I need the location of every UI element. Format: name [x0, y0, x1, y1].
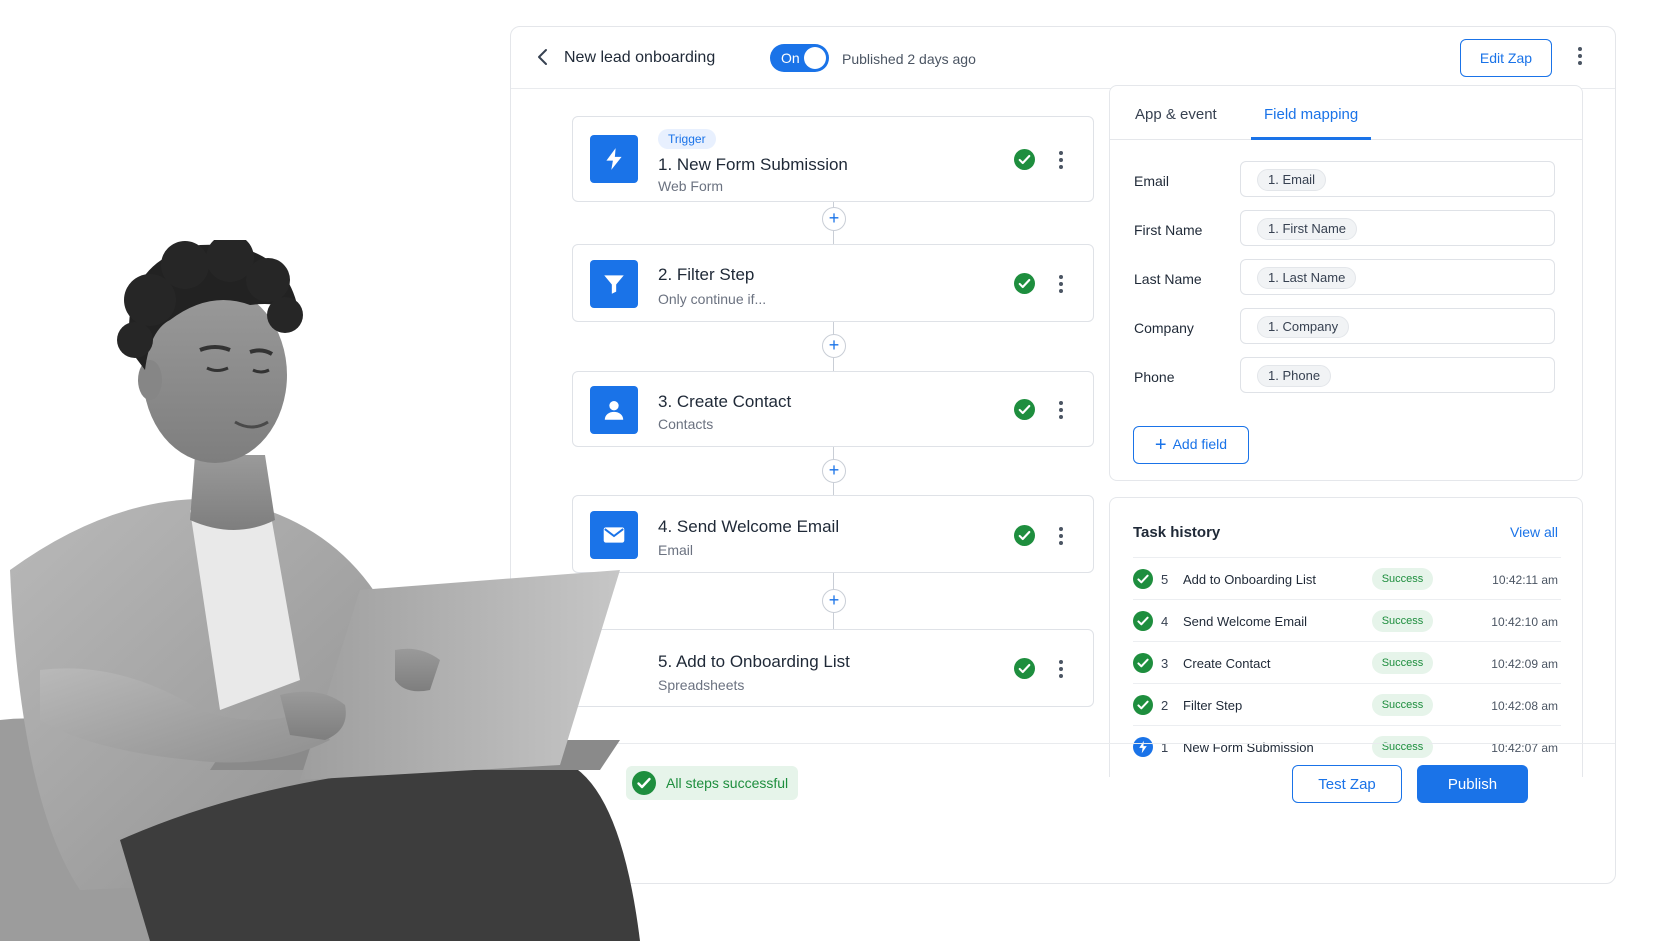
panel-tabs: App & event Field mapping [1110, 86, 1582, 140]
history-row[interactable]: 1 New Form Submission Success 10:42:07 a… [1133, 725, 1561, 767]
person-with-laptop-illustration [0, 240, 640, 941]
check-circle-icon [1014, 399, 1035, 420]
field-label-email: Email [1134, 173, 1170, 189]
task-history-panel: Task history View all 5 Add to Onboardin… [1109, 497, 1583, 777]
mapped-value-pill[interactable]: 1. First Name [1257, 218, 1358, 240]
history-step-name: Add to Onboarding List [1183, 572, 1316, 587]
company-field[interactable]: 1. Company [1240, 308, 1555, 344]
step-menu-icon[interactable] [1052, 657, 1070, 681]
history-step-name: Send Welcome Email [1183, 614, 1308, 629]
step-menu-icon[interactable] [1052, 398, 1070, 422]
history-row[interactable]: 4 Send Welcome Email Success 10:42:10 am [1133, 599, 1561, 641]
field-label-phone: Phone [1134, 369, 1175, 385]
status-badge: Success [1372, 568, 1433, 590]
active-tab-indicator [1251, 137, 1371, 140]
step-card-1[interactable]: Trigger 1. New Form Submission Web Form [572, 116, 1094, 202]
plus-icon: + [1154, 433, 1167, 456]
add-step-icon[interactable]: + [822, 459, 846, 483]
history-timestamp: 10:42:11 am [1492, 573, 1558, 587]
history-step-number: 3 [1161, 656, 1169, 671]
field-label-last-name: Last Name [1134, 271, 1202, 287]
status-badge: Success [1372, 736, 1433, 758]
history-timestamp: 10:42:10 am [1491, 615, 1558, 629]
check-circle-icon [1133, 611, 1153, 631]
check-circle-icon [1014, 273, 1035, 294]
add-step-icon[interactable]: + [822, 334, 846, 358]
add-field-label: Add field [1172, 435, 1228, 452]
top-bar: New lead onboarding On Published 2 days … [511, 27, 1615, 89]
history-row[interactable]: 3 Create Contact Success 10:42:09 am [1133, 641, 1561, 683]
last-name-field[interactable]: 1. Last Name [1240, 259, 1555, 295]
field-label-first-name: First Name [1134, 222, 1203, 238]
history-row[interactable]: 5 Add to Onboarding List Success 10:42:1… [1133, 557, 1561, 599]
publish-button[interactable]: Publish [1417, 765, 1528, 803]
history-step-number: 4 [1161, 614, 1169, 629]
status-badge: Success [1372, 610, 1433, 632]
step-subtitle: Web Form [658, 178, 724, 194]
history-step-number: 2 [1161, 698, 1169, 713]
more-options-icon[interactable] [1571, 44, 1589, 68]
step-title: 1. New Form Submission [658, 155, 848, 174]
status-badge: Success [1372, 694, 1433, 716]
toggle-label: On [781, 50, 800, 66]
bolt-circle-icon [1133, 737, 1153, 757]
toggle-knob [804, 47, 826, 69]
task-history-title: Task history [1133, 524, 1221, 541]
first-name-field[interactable]: 1. First Name [1240, 210, 1555, 246]
check-circle-icon [1014, 658, 1035, 679]
check-circle-icon [1133, 569, 1153, 589]
check-circle-icon [1133, 695, 1153, 715]
tab-app-event[interactable]: App & event [1135, 106, 1217, 123]
history-timestamp: 10:42:08 am [1491, 699, 1558, 713]
back-arrow-icon[interactable] [531, 45, 555, 69]
published-status: Published 2 days ago [842, 51, 976, 67]
step-menu-icon[interactable] [1052, 272, 1070, 296]
test-zap-button[interactable]: Test Zap [1292, 765, 1402, 803]
check-circle-icon [1133, 653, 1153, 673]
mapped-value-pill[interactable]: 1. Company [1257, 316, 1350, 338]
check-circle-icon [1014, 149, 1035, 170]
edit-zap-button[interactable]: Edit Zap [1460, 39, 1552, 77]
history-step-name: Create Contact [1183, 656, 1271, 671]
field-label-company: Company [1134, 320, 1194, 336]
history-row[interactable]: 2 Filter Step Success 10:42:08 am [1133, 683, 1561, 725]
step-menu-icon[interactable] [1052, 148, 1070, 172]
email-field[interactable]: 1. Email [1240, 161, 1555, 197]
phone-field[interactable]: 1. Phone [1240, 357, 1555, 393]
zap-title: New lead onboarding [564, 49, 716, 66]
history-step-name: Filter Step [1183, 698, 1243, 713]
status-badge: Success [1372, 652, 1433, 674]
mapped-value-pill[interactable]: 1. Last Name [1257, 267, 1357, 289]
history-timestamp: 10:42:09 am [1491, 657, 1558, 671]
zap-on-toggle[interactable]: On [770, 44, 829, 72]
step-menu-icon[interactable] [1052, 524, 1070, 548]
trigger-badge: Trigger [658, 129, 716, 149]
add-step-icon[interactable]: + [822, 207, 846, 231]
add-step-icon[interactable]: + [822, 589, 846, 613]
view-all-link[interactable]: View all [1510, 524, 1558, 540]
mapped-value-pill[interactable]: 1. Phone [1257, 365, 1332, 387]
history-step-number: 5 [1161, 572, 1169, 587]
add-field-button[interactable]: + Add field [1133, 426, 1249, 464]
tab-field-mapping[interactable]: Field mapping [1264, 106, 1358, 123]
field-mapping-panel: App & event Field mapping Email 1. Email… [1109, 85, 1583, 481]
check-circle-icon [1014, 525, 1035, 546]
mapped-value-pill[interactable]: 1. Email [1257, 169, 1326, 191]
bolt-icon [590, 135, 638, 183]
